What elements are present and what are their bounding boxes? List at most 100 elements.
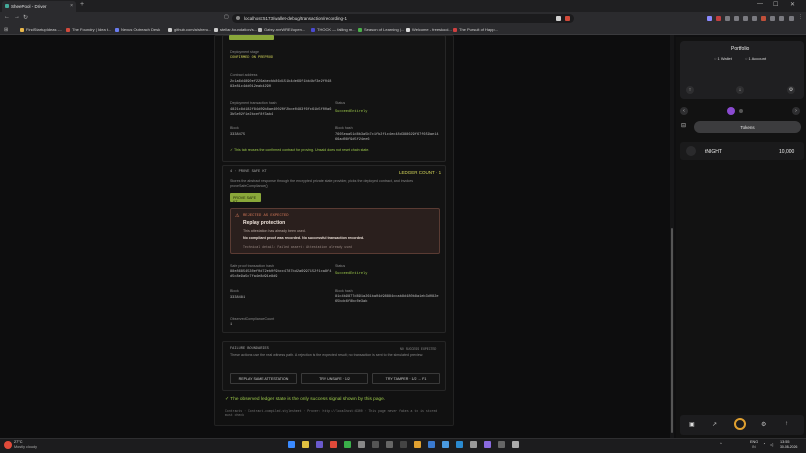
file-explorer-icon[interactable] bbox=[302, 441, 309, 448]
shield-extension-icon[interactable] bbox=[556, 16, 561, 21]
account-count[interactable]: ◌ 1 Account bbox=[745, 56, 766, 61]
prove-safe-button[interactable]: PROVE SAFE KT bbox=[230, 193, 261, 204]
volume-icon[interactable]: ◁ bbox=[770, 442, 773, 447]
extension-icon[interactable] bbox=[770, 16, 775, 21]
app-icon[interactable] bbox=[484, 441, 491, 448]
menu-icon[interactable]: ⋮ bbox=[798, 14, 803, 20]
new-tab-button[interactable]: + bbox=[80, 1, 84, 8]
clock-time[interactable]: 13:55 bbox=[780, 440, 790, 444]
bookmark-label: FindStartupIdeas -... bbox=[26, 27, 63, 32]
address-bar[interactable]: localhost:5173/wallet-debug/transaction/… bbox=[232, 14, 574, 23]
app-icon[interactable] bbox=[358, 441, 365, 448]
bookmark-item[interactable]: The Pursuit of Happ... bbox=[453, 27, 498, 32]
wallet-settings-icon[interactable]: ⚙ bbox=[761, 421, 766, 428]
edge-icon[interactable] bbox=[442, 441, 449, 448]
site-info-icon[interactable] bbox=[236, 16, 240, 20]
reload-icon[interactable]: ↻ bbox=[23, 14, 28, 21]
app-icon[interactable] bbox=[372, 441, 379, 448]
close-window-icon[interactable]: ✕ bbox=[790, 1, 795, 8]
chrome-icon[interactable] bbox=[414, 441, 421, 448]
bookmark-item[interactable]: Welcome - freeskool... bbox=[406, 27, 452, 32]
safe-status-value: SucceedEntirely bbox=[335, 272, 368, 276]
tokens-tab[interactable]: Tokens bbox=[694, 121, 801, 133]
wallet-upload-icon[interactable]: ↑ bbox=[785, 421, 788, 427]
token-amount: 10,000 bbox=[779, 149, 795, 155]
brave-browser-icon[interactable] bbox=[330, 441, 337, 448]
rejection-line2: No compliant proof was recorded. No succ… bbox=[243, 236, 365, 240]
wallet-count[interactable]: ◌ 1 Wallet bbox=[714, 56, 732, 61]
close-tab-icon[interactable]: × bbox=[70, 3, 73, 9]
tab-bar bbox=[0, 0, 806, 12]
compliance-count-label: ObservedComplianceCount bbox=[230, 317, 275, 321]
start-icon[interactable] bbox=[288, 441, 295, 448]
filter-icon[interactable]: ⊟ bbox=[681, 122, 686, 129]
extension-icon[interactable] bbox=[707, 16, 712, 21]
app-icon[interactable] bbox=[316, 441, 323, 448]
safe-tx-label: Safe proof transaction hash bbox=[230, 264, 274, 268]
bookmark-item[interactable]: THOCK — falling m... bbox=[311, 27, 355, 32]
profile-icon[interactable] bbox=[789, 16, 794, 21]
next-icon[interactable]: › bbox=[792, 107, 800, 115]
deploy-button-edge[interactable] bbox=[229, 35, 274, 40]
extension-icon[interactable] bbox=[716, 16, 721, 21]
send-icon[interactable]: ↑ bbox=[686, 86, 694, 94]
receive-icon[interactable]: ↓ bbox=[736, 86, 744, 94]
apps-grid-icon[interactable]: ⊞ bbox=[4, 27, 8, 33]
extension-icon[interactable] bbox=[734, 16, 739, 21]
extension-icon[interactable] bbox=[725, 16, 730, 21]
try-unsafe-button[interactable]: TRY UNSAFE · 1/2 bbox=[301, 373, 368, 384]
bookmark-item[interactable]: Gatsy-nvrWREI/open... bbox=[258, 27, 305, 32]
app-icon[interactable] bbox=[498, 441, 505, 448]
bookmark-icon[interactable]: ▢ bbox=[224, 14, 229, 20]
rejection-line1: This attestation has already been used. bbox=[243, 229, 306, 233]
bookmark-item[interactable]: FindStartupIdeas -... bbox=[20, 27, 62, 32]
bookmark-label: The Pursuit of Happ... bbox=[459, 27, 498, 32]
extension-icon[interactable] bbox=[752, 16, 757, 21]
scrollbar-thumb[interactable] bbox=[671, 228, 673, 433]
rejection-title: Replay protection bbox=[243, 220, 286, 226]
safe-tx-value: 88e86854530ef0d72eb0f9bcc4787bd2a6997152… bbox=[230, 270, 332, 279]
app-icon[interactable] bbox=[470, 441, 477, 448]
app-icon[interactable] bbox=[456, 441, 463, 448]
bookmark-favicon-icon bbox=[406, 27, 410, 32]
minimize-icon[interactable]: — bbox=[757, 1, 763, 7]
bookmark-favicon-icon bbox=[358, 27, 362, 32]
extension-icon[interactable] bbox=[779, 16, 784, 21]
prev-icon[interactable]: ‹ bbox=[680, 107, 688, 115]
token-logo-icon bbox=[686, 146, 696, 156]
bookmark-item[interactable]: The Foundry | Idea t... bbox=[66, 27, 111, 32]
app-icon[interactable] bbox=[400, 441, 407, 448]
weather-temp[interactable]: 27°C bbox=[14, 440, 22, 444]
vscode-icon[interactable] bbox=[428, 441, 435, 448]
network-dot-active[interactable] bbox=[727, 107, 735, 115]
extension-icon[interactable] bbox=[743, 16, 748, 21]
failure-description: These actions use the real witness path.… bbox=[230, 353, 424, 357]
app-icon[interactable] bbox=[386, 441, 393, 448]
wallet-home-icon[interactable]: ▣ bbox=[689, 421, 695, 428]
forward-icon[interactable]: → bbox=[14, 14, 20, 20]
brave-shield-icon[interactable] bbox=[565, 16, 570, 21]
try-tamper-button[interactable]: TRY TAMPER · 1/2 → F1 bbox=[372, 373, 440, 384]
replay-attestation-button[interactable]: REPLAY SAME ATTESTATION bbox=[230, 373, 297, 384]
midnight-logo-icon[interactable] bbox=[734, 418, 746, 430]
app-icon[interactable] bbox=[512, 441, 519, 448]
reuse-note: ✓ This tab reuses the confirmed contract… bbox=[230, 148, 370, 152]
tab-active[interactable]: SheePool - Driver × bbox=[2, 1, 76, 12]
bookmark-item[interactable]: github.com/a/sheru... bbox=[168, 27, 211, 32]
extension-icon[interactable] bbox=[761, 16, 766, 21]
prove-step-title: 4 · PROVE SAFE KT bbox=[230, 170, 267, 174]
language[interactable]: ENG bbox=[750, 440, 758, 444]
settings-icon[interactable]: ⚙ bbox=[787, 86, 795, 94]
spotify-icon[interactable] bbox=[344, 441, 351, 448]
bookmark-item[interactable]: Nexus Outreach Desk bbox=[115, 27, 160, 32]
back-icon[interactable]: ← bbox=[4, 14, 10, 20]
bookmark-item[interactable]: stellar-foundation/s... bbox=[214, 27, 257, 32]
wifi-icon[interactable]: ◔ bbox=[763, 442, 765, 446]
bookmark-item[interactable]: Season of Learning |... bbox=[358, 27, 404, 32]
deployment-card bbox=[222, 35, 446, 162]
maximize-icon[interactable]: ☐ bbox=[773, 1, 778, 8]
activity-chart-icon[interactable]: ↗ bbox=[712, 421, 717, 428]
wallet-count-text: 1 Wallet bbox=[717, 56, 732, 61]
network-dot[interactable] bbox=[739, 109, 743, 113]
tray-chevron-icon[interactable]: ^ bbox=[720, 442, 722, 446]
